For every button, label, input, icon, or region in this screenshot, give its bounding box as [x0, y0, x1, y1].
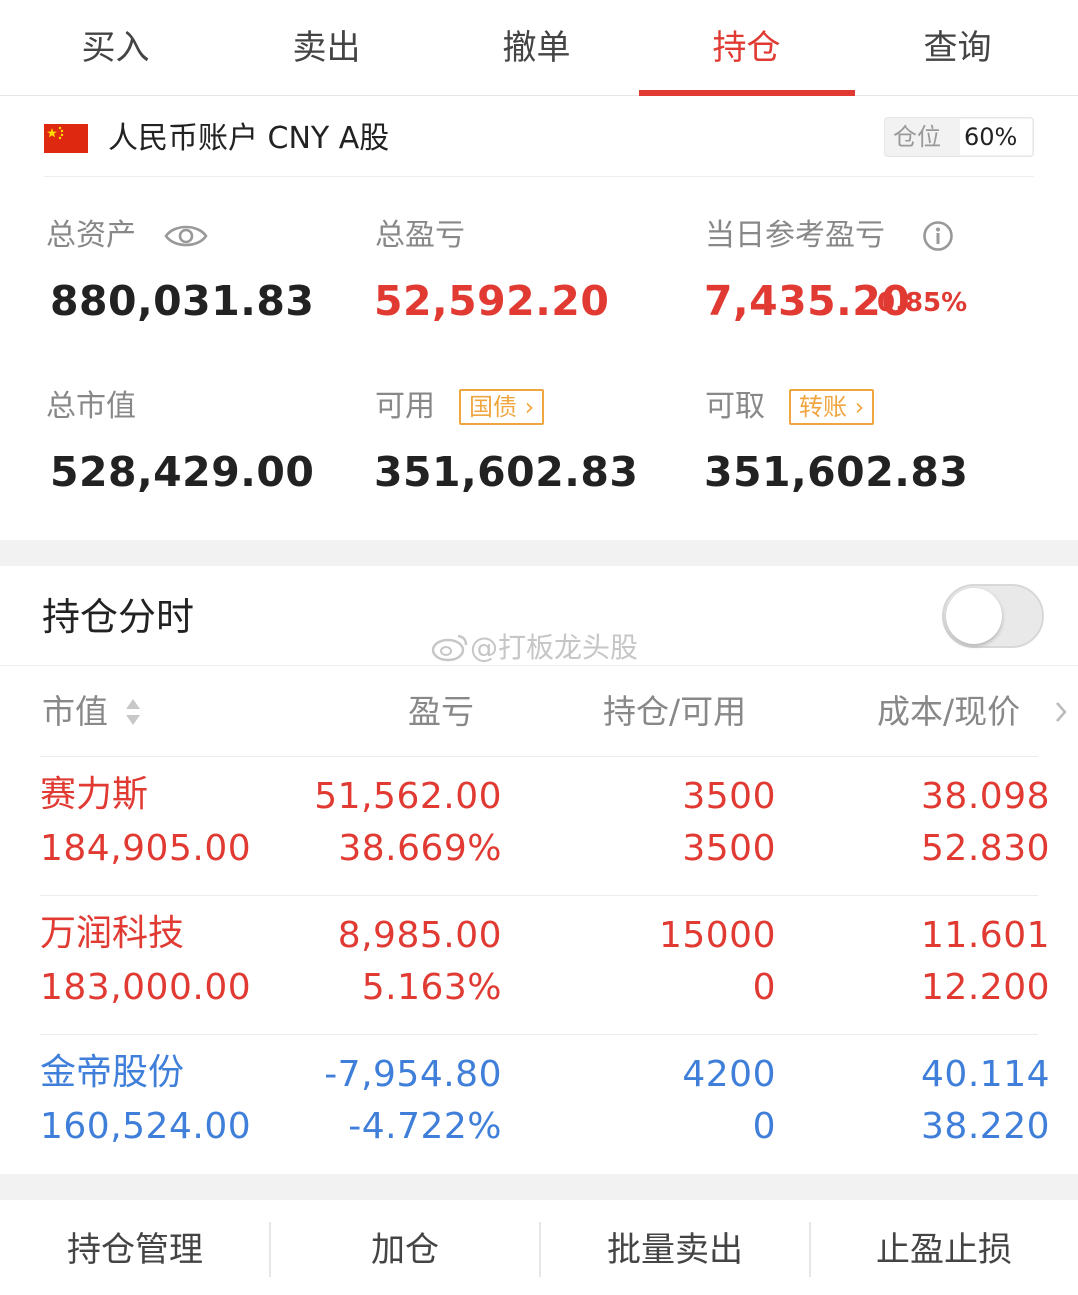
- divider: [40, 895, 1038, 896]
- available-label: 可用: [375, 389, 435, 424]
- intraday-toggle[interactable]: [942, 584, 1044, 648]
- section-title: 持仓分时: [42, 595, 195, 639]
- total-assets-label: 总资产: [46, 218, 136, 253]
- tab-holdings[interactable]: 持仓: [639, 0, 854, 96]
- stock-available: 0: [752, 1106, 776, 1147]
- stock-pnl: -7,954.80: [324, 1054, 502, 1095]
- stock-cost: 38.098: [921, 776, 1050, 817]
- daily-pnl-label: 当日参考盈亏: [705, 218, 885, 253]
- divider: [40, 756, 1038, 757]
- watermark-text: @打板龙头股: [470, 631, 639, 664]
- col-header-holding: 持仓/可用: [603, 692, 747, 731]
- tab-query[interactable]: 查询: [850, 0, 1065, 96]
- toggle-knob: [946, 588, 1002, 644]
- stock-market-value: 160,524.00: [40, 1106, 252, 1147]
- stock-name: 万润科技: [40, 913, 185, 954]
- daily-pnl-percent: 0.85%: [877, 288, 968, 318]
- manage-holdings-button[interactable]: 持仓管理: [0, 1200, 270, 1295]
- section-separator: [0, 540, 1078, 566]
- weibo-logo-icon: [431, 634, 468, 662]
- chevron-right-icon: ›: [517, 393, 535, 421]
- stock-price: 12.200: [921, 967, 1050, 1008]
- position-label: 仓位: [893, 123, 941, 151]
- total-pnl-value: 52,592.20: [374, 277, 610, 325]
- transfer-tag-button[interactable]: 转账 ›: [789, 389, 875, 425]
- eye-icon[interactable]: [164, 220, 208, 256]
- total-pnl-label: 总盈亏: [375, 218, 465, 253]
- treasury-tag-label: 国债: [469, 393, 517, 421]
- stock-cost: 40.114: [921, 1054, 1050, 1095]
- stock-holding: 15000: [658, 915, 776, 956]
- batch-sell-button[interactable]: 批量卖出: [540, 1200, 810, 1295]
- stock-pnl-percent: 38.669%: [338, 828, 502, 869]
- active-tab-indicator: [639, 90, 855, 96]
- withdrawable-value: 351,602.83: [704, 448, 969, 496]
- tab-sell[interactable]: 卖出: [219, 0, 434, 96]
- divider: [40, 1034, 1038, 1035]
- divider: [44, 176, 1034, 177]
- watermark: @打板龙头股: [430, 630, 638, 666]
- tab-buy[interactable]: 买入: [8, 0, 223, 96]
- add-position-button[interactable]: 加仓: [270, 1200, 540, 1295]
- col-header-pnl: 盈亏: [408, 692, 474, 731]
- stock-name: 赛力斯: [40, 774, 149, 815]
- position-value: 60%: [960, 119, 1032, 155]
- col-header-market-value-label: 市值: [42, 692, 108, 731]
- transfer-tag-label: 转账: [799, 393, 847, 421]
- stock-cost: 11.601: [921, 915, 1050, 956]
- position-badge: 仓位 60%: [884, 117, 1034, 157]
- available-value: 351,602.83: [374, 448, 639, 496]
- take-profit-stop-loss-button[interactable]: 止盈止损: [810, 1200, 1078, 1295]
- section-separator: [0, 1174, 1078, 1200]
- stock-name: 金帝股份: [40, 1052, 185, 1093]
- account-name[interactable]: 人民币账户 CNY A股: [108, 118, 389, 160]
- stock-pnl: 51,562.00: [314, 776, 502, 817]
- market-value-value: 528,429.00: [50, 448, 315, 496]
- stock-market-value: 184,905.00: [40, 828, 252, 869]
- top-tab-bar: 买入 卖出 撤单 持仓 查询: [0, 0, 1078, 96]
- stock-pnl-percent: 5.163%: [361, 967, 502, 1008]
- stock-market-value: 183,000.00: [40, 967, 252, 1008]
- divider: [0, 665, 1078, 666]
- stock-price: 38.220: [921, 1106, 1050, 1147]
- total-assets-value: 880,031.83: [50, 277, 315, 325]
- chevron-right-icon: ›: [847, 393, 865, 421]
- market-value-label: 总市值: [46, 389, 136, 424]
- col-header-market-value[interactable]: 市值: [42, 690, 143, 734]
- stock-pnl-percent: -4.722%: [348, 1106, 502, 1147]
- treasury-tag-button[interactable]: 国债 ›: [459, 389, 545, 425]
- stock-available: 3500: [682, 828, 776, 869]
- stock-holding: 3500: [682, 776, 776, 817]
- stock-available: 0: [752, 967, 776, 1008]
- tab-cancel[interactable]: 撤单: [429, 0, 644, 96]
- stock-price: 52.830: [921, 828, 1050, 869]
- col-header-cost-price: 成本/现价: [877, 692, 1021, 731]
- info-icon[interactable]: [922, 220, 954, 256]
- chevron-right-icon[interactable]: [1054, 700, 1068, 728]
- stock-holding: 4200: [682, 1054, 776, 1095]
- stock-pnl: 8,985.00: [337, 915, 502, 956]
- sort-icon: [125, 699, 140, 725]
- withdrawable-label: 可取: [705, 389, 765, 424]
- china-flag-icon: [44, 124, 88, 153]
